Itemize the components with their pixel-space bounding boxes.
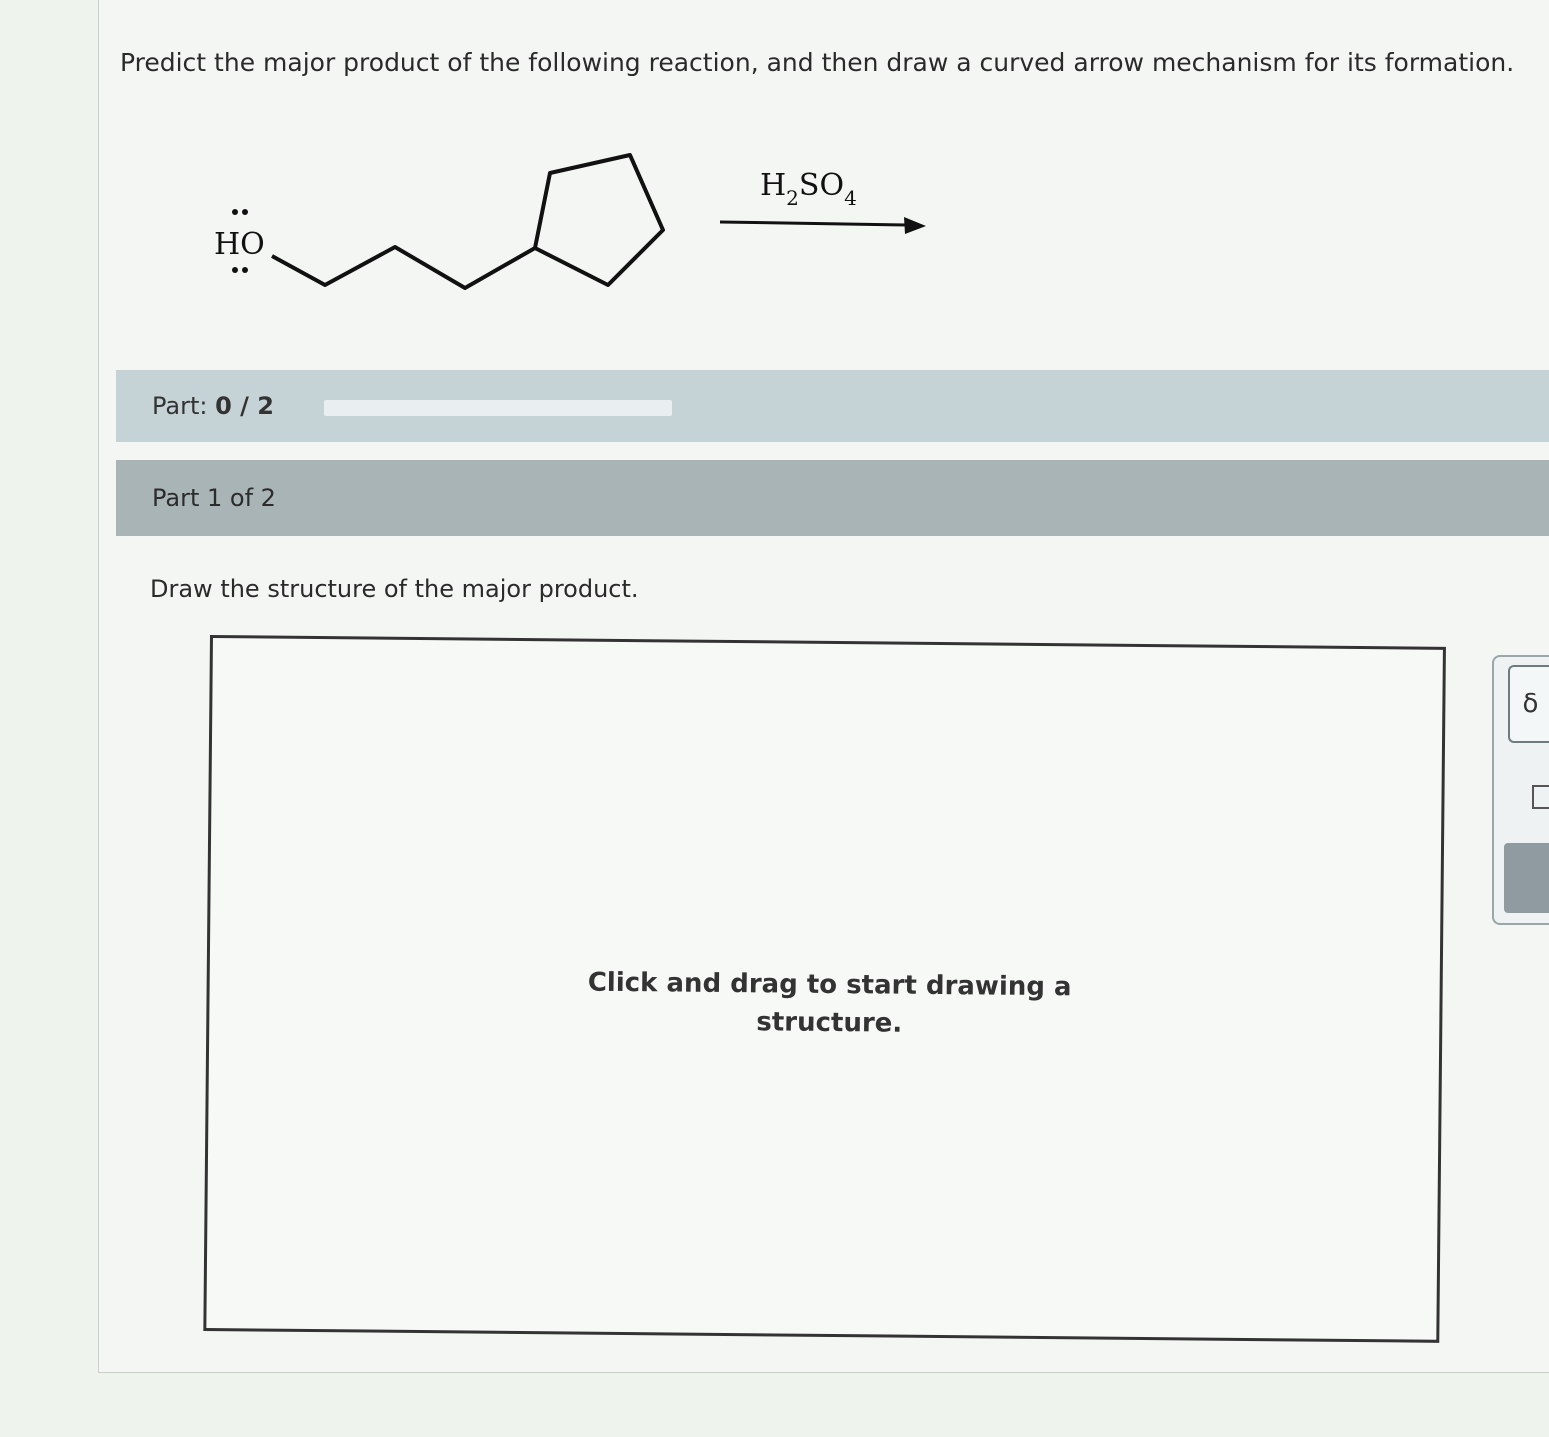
lone-pair-dot	[242, 267, 248, 273]
hydroxyl-label: HO	[214, 227, 265, 262]
part-header: Part 1 of 2	[116, 460, 1549, 536]
cyclopentane-ring	[533, 153, 665, 287]
lone-pair-dot	[232, 209, 238, 215]
canvas-hint: Click and drag to start drawing a struct…	[587, 967, 1072, 1039]
lasso-tool-button[interactable]: δ	[1508, 665, 1549, 743]
lasso-icon: δ	[1522, 689, 1539, 719]
drawing-toolbar: δ	[1492, 655, 1549, 925]
toolbar-panel-button[interactable]	[1504, 843, 1549, 913]
question-text: Predict the major product of the followi…	[120, 48, 1515, 77]
reaction-svg: HO H2SO4	[214, 153, 926, 290]
progress-score: 0 / 2	[215, 392, 274, 420]
drawing-canvas[interactable]: Click and drag to start drawing a struct…	[203, 635, 1446, 1343]
progress-label: Part: 0 / 2	[152, 392, 274, 420]
progress-track	[324, 400, 672, 416]
reaction-arrow	[719, 220, 909, 227]
reaction-scheme: HO H2SO4	[200, 140, 960, 310]
reagent-label: H2SO4	[760, 168, 857, 210]
part-instruction: Draw the structure of the major product.	[150, 575, 639, 603]
part-header-label: Part 1 of 2	[152, 484, 276, 512]
progress-bar-row: Part: 0 / 2	[116, 370, 1549, 442]
lone-pair-dot	[242, 209, 248, 215]
carbon-chain	[271, 245, 536, 290]
erase-tool-button[interactable]	[1532, 785, 1549, 809]
arrow-head	[904, 217, 926, 234]
lone-pair-dot	[232, 267, 238, 273]
